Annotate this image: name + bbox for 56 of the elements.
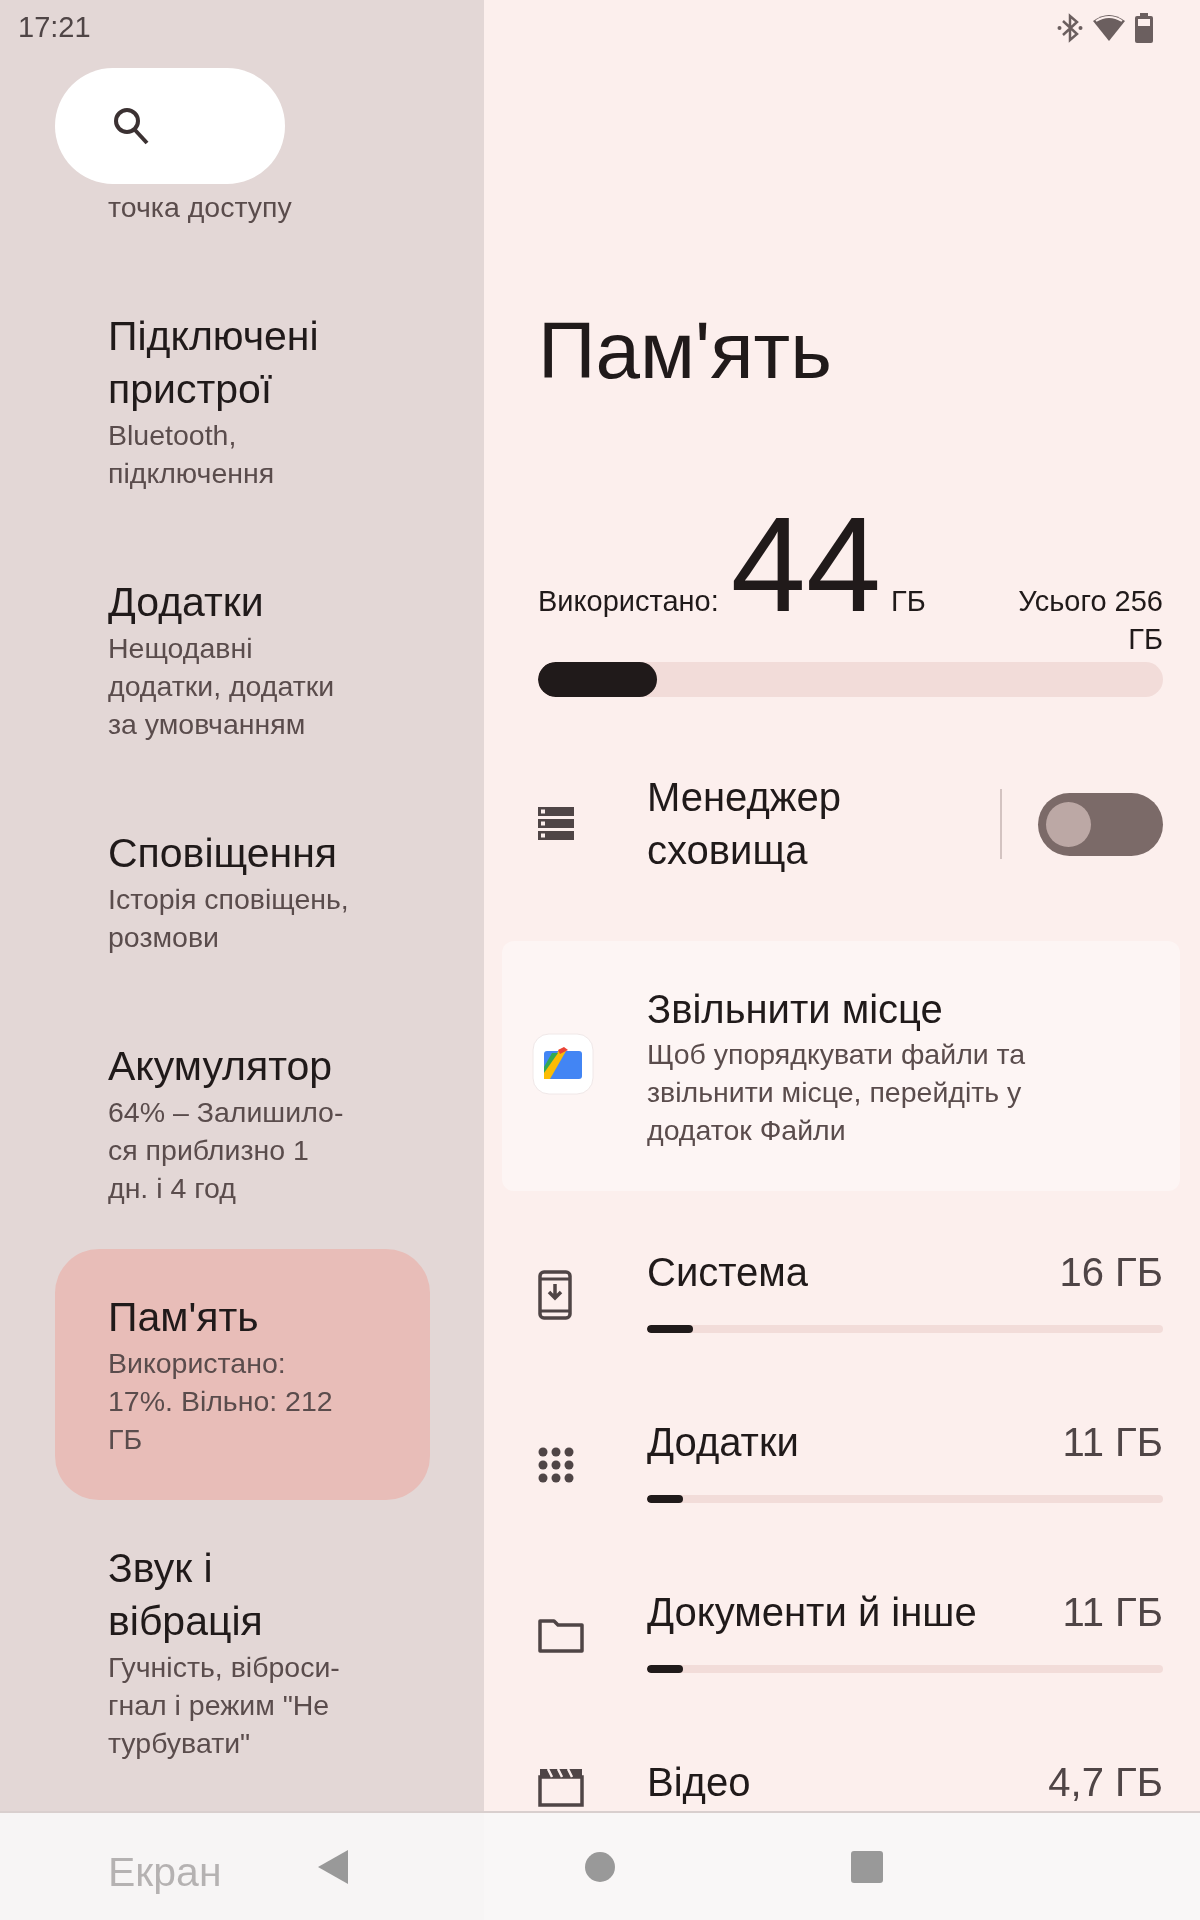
category-size: 4,7 ГБ xyxy=(1048,1759,1163,1805)
category-name: Система xyxy=(647,1249,809,1295)
storage-list-icon xyxy=(538,807,574,841)
sidebar-item[interactable]: Додатки Нещодавні додатки, додатки за умовчанням xyxy=(55,534,356,785)
sidebar-item[interactable]: точка доступу xyxy=(55,184,356,268)
apps-grid-icon xyxy=(538,1447,574,1483)
battery-icon xyxy=(1135,12,1153,43)
status-time: 17:21 xyxy=(18,11,91,44)
sidebar-item-title: Пам'ять xyxy=(108,1293,260,1342)
sidebar-item-subtitle: Використано: 17%. Вільно: 212 ГБ xyxy=(108,1346,334,1457)
sidebar-item[interactable]: Підключені пристрої Bluetooth, підключення xyxy=(55,268,358,534)
home-icon[interactable] xyxy=(584,1850,616,1883)
sidebar-item-title: Акумулятор xyxy=(108,1042,334,1091)
bluetooth-icon xyxy=(1057,12,1083,43)
category-name: Документи й інше xyxy=(647,1589,977,1635)
sidebar-item[interactable]: Сповіщення Історія сповіщень, розмови xyxy=(55,785,356,998)
sidebar-item[interactable]: Акумулятор 64% – Залишило-ся приблизно 1 дн. і 4 год xyxy=(55,998,356,1249)
storage-manager-label: Менеджер сховища xyxy=(647,774,843,874)
folder-icon xyxy=(538,1617,584,1653)
search-icon xyxy=(112,106,150,146)
sidebar-item-subtitle: Нещодавні додатки, додатки за умовчанням xyxy=(108,631,336,742)
recents-icon[interactable] xyxy=(849,1849,884,1884)
wifi-icon xyxy=(1091,12,1127,43)
free-up-space-description: Щоб упорядкувати файли та звільнити місце, перейдіть у додаток Файли xyxy=(647,1037,1027,1148)
phone-download-icon xyxy=(538,1270,572,1320)
free-up-space-card[interactable]: Звільнити місце Щоб упорядкувати файли та звільнити місце, перейдіть у додаток Файли xyxy=(502,941,1180,1191)
used-unit: ГБ xyxy=(890,585,926,618)
total-storage: Усього 256 ГБ xyxy=(1017,584,1163,657)
sidebar-item-subtitle: Bluetooth, підключення xyxy=(108,418,276,491)
storage-category-row[interactable]: Додатки 11 ГБ xyxy=(538,1381,1163,1551)
sidebar-item-subtitle: точка доступу xyxy=(108,190,293,225)
sidebar-item[interactable]: Пам'ять Використано: 17%. Вільно: 212 ГБ xyxy=(55,1249,430,1500)
clapperboard-icon xyxy=(538,1767,584,1807)
sidebar-item-subtitle: Гучність, віброси-гнал і режим "Не турбувати" xyxy=(108,1650,341,1761)
category-size: 16 ГБ xyxy=(1059,1249,1163,1295)
storage-category-row[interactable]: Відео 4,7 ГБ xyxy=(538,1721,1163,1813)
sidebar-item[interactable]: Звук і вібрація Гучність, віброси-гнал і режим "Не турбувати" xyxy=(55,1500,358,1804)
back-icon[interactable] xyxy=(316,1847,351,1886)
free-up-space-title: Звільнити місце xyxy=(647,986,944,1033)
files-app-icon xyxy=(532,1033,594,1095)
used-label: Використано: xyxy=(538,585,719,618)
sidebar-item-title: Екран xyxy=(108,1848,222,1897)
category-name: Додатки xyxy=(647,1419,799,1465)
sidebar-item-subtitle: Історія сповіщень, розмови xyxy=(108,882,350,955)
sidebar-item-subtitle: 64% – Залишило-ся приблизно 1 дн. і 4 год xyxy=(108,1095,345,1206)
storage-category-row[interactable]: Система 16 ГБ xyxy=(538,1211,1163,1381)
used-value: 44 xyxy=(730,497,881,632)
storage-category-row[interactable]: Документи й інше 11 ГБ xyxy=(538,1551,1163,1721)
category-size: 11 ГБ xyxy=(1062,1419,1163,1465)
page-title: Пам'ять xyxy=(538,305,833,397)
category-size: 11 ГБ xyxy=(1062,1589,1163,1635)
sidebar-item-title: Додатки xyxy=(108,578,265,627)
sidebar-item-title: Підключені пристрої xyxy=(108,312,320,414)
category-name: Відео xyxy=(647,1759,751,1805)
sidebar-item-title: Звук і вібрація xyxy=(108,1544,264,1646)
sidebar-item-title: Сповіщення xyxy=(108,829,339,878)
